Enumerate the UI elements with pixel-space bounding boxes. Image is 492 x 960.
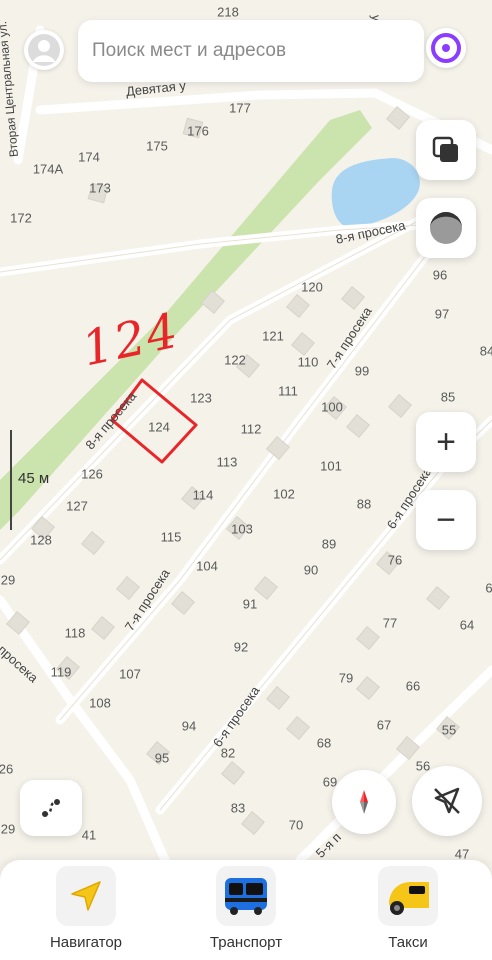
house-number: 114 — [192, 487, 214, 503]
voice-assistant-button[interactable] — [426, 28, 466, 68]
house-number: 122 — [224, 352, 246, 368]
tab-transport-label: Транспорт — [209, 934, 283, 951]
scale-label: 45 м — [18, 470, 50, 487]
house-number: 70 — [288, 817, 304, 833]
layers-icon — [432, 136, 458, 162]
bus-icon — [216, 866, 276, 926]
house-number: 173 — [89, 180, 111, 196]
my-location-button[interactable] — [412, 766, 482, 836]
house-number: 92 — [233, 639, 249, 655]
house-number: 76 — [387, 552, 403, 568]
house-number: 84 — [479, 343, 492, 359]
house-number: 176 — [187, 123, 209, 139]
tab-taxi[interactable]: Такси — [348, 866, 468, 956]
route-button[interactable] — [20, 780, 82, 836]
house-number: 79 — [338, 670, 354, 686]
house-number: 55 — [441, 722, 457, 738]
house-number: 111 — [278, 383, 298, 399]
tab-transport[interactable]: Транспорт — [186, 866, 306, 956]
house-number: 128 — [30, 532, 52, 548]
location-off-icon — [434, 787, 460, 814]
compass-icon — [360, 790, 368, 814]
search-input[interactable]: Поиск мест и адресов — [78, 20, 424, 82]
taxi-icon — [378, 866, 438, 926]
house-number: 68 — [316, 735, 332, 751]
alice-icon — [431, 33, 461, 63]
house-number: 99 — [354, 363, 370, 379]
house-number: 172 — [10, 210, 32, 226]
compass-button[interactable] — [332, 770, 396, 834]
house-number: 88 — [356, 496, 372, 512]
house-number: 112 — [240, 421, 262, 437]
tab-taxi-label: Такси — [388, 934, 428, 951]
house-number: 26 — [0, 761, 14, 777]
pond — [331, 158, 420, 229]
plus-icon: + — [436, 423, 456, 461]
house-number: 113 — [216, 454, 238, 470]
house-number: 96 — [432, 267, 448, 283]
house-number: 103 — [231, 521, 253, 537]
house-number: 66 — [405, 678, 421, 694]
search-bar: Поиск мест и адресов — [12, 14, 480, 88]
zoom-out-button[interactable]: − — [416, 490, 476, 550]
house-number: 100 — [321, 399, 343, 415]
house-number: 102 — [273, 486, 295, 502]
house-number: 95 — [154, 750, 170, 766]
house-number: 120 — [301, 279, 323, 295]
house-number: 64 — [459, 617, 475, 633]
house-number: 126 — [81, 466, 103, 482]
house-number: 175 — [146, 138, 168, 154]
house-number: 108 — [89, 695, 111, 711]
house-number: 29 — [0, 572, 16, 588]
house-number: 101 — [320, 458, 342, 474]
house-number: 29 — [0, 821, 16, 837]
user-icon — [28, 34, 60, 66]
house-number: 6 — [485, 580, 492, 596]
house-number: 90 — [303, 562, 319, 578]
house-number-124: 124 — [148, 419, 170, 435]
map-mode-icon — [430, 212, 462, 244]
house-number: 83 — [230, 800, 246, 816]
house-number: 119 — [50, 664, 72, 680]
house-number: 77 — [382, 615, 398, 631]
house-number: 174 — [78, 149, 100, 165]
house-number: 177 — [229, 100, 251, 116]
house-number: 47 — [454, 846, 470, 861]
tab-navigator[interactable]: Навигатор — [26, 866, 146, 956]
house-number: 107 — [119, 666, 141, 682]
layers-button[interactable] — [416, 120, 476, 180]
house-number: 85 — [440, 389, 456, 405]
tab-navigator-label: Навигатор — [49, 934, 123, 951]
house-number: 82 — [220, 745, 236, 761]
minus-icon: − — [436, 501, 456, 539]
house-number: 115 — [160, 529, 182, 545]
search-placeholder: Поиск мест и адресов — [92, 40, 287, 61]
navigator-icon — [56, 866, 116, 926]
house-number: 174А — [32, 161, 64, 177]
house-number: 67 — [376, 717, 392, 733]
bottom-navigation-bar: Навигатор Транспорт Такси — [0, 860, 492, 960]
house-number: 89 — [321, 536, 337, 552]
house-number: 118 — [64, 625, 86, 641]
house-number: 123 — [190, 390, 212, 406]
profile-avatar[interactable] — [24, 30, 64, 70]
scale-line — [10, 430, 12, 530]
zoom-in-button[interactable]: + — [416, 412, 476, 472]
map-mode-button[interactable] — [416, 198, 476, 258]
route-icon — [42, 799, 60, 817]
house-number: 121 — [262, 328, 284, 344]
house-number: 91 — [242, 596, 258, 612]
house-number: 41 — [81, 827, 97, 843]
house-number: 94 — [181, 718, 197, 734]
house-number: 97 — [434, 306, 450, 322]
house-number: 104 — [196, 558, 218, 574]
house-number: 110 — [297, 354, 319, 370]
scale-bar: 45 м — [10, 430, 70, 530]
